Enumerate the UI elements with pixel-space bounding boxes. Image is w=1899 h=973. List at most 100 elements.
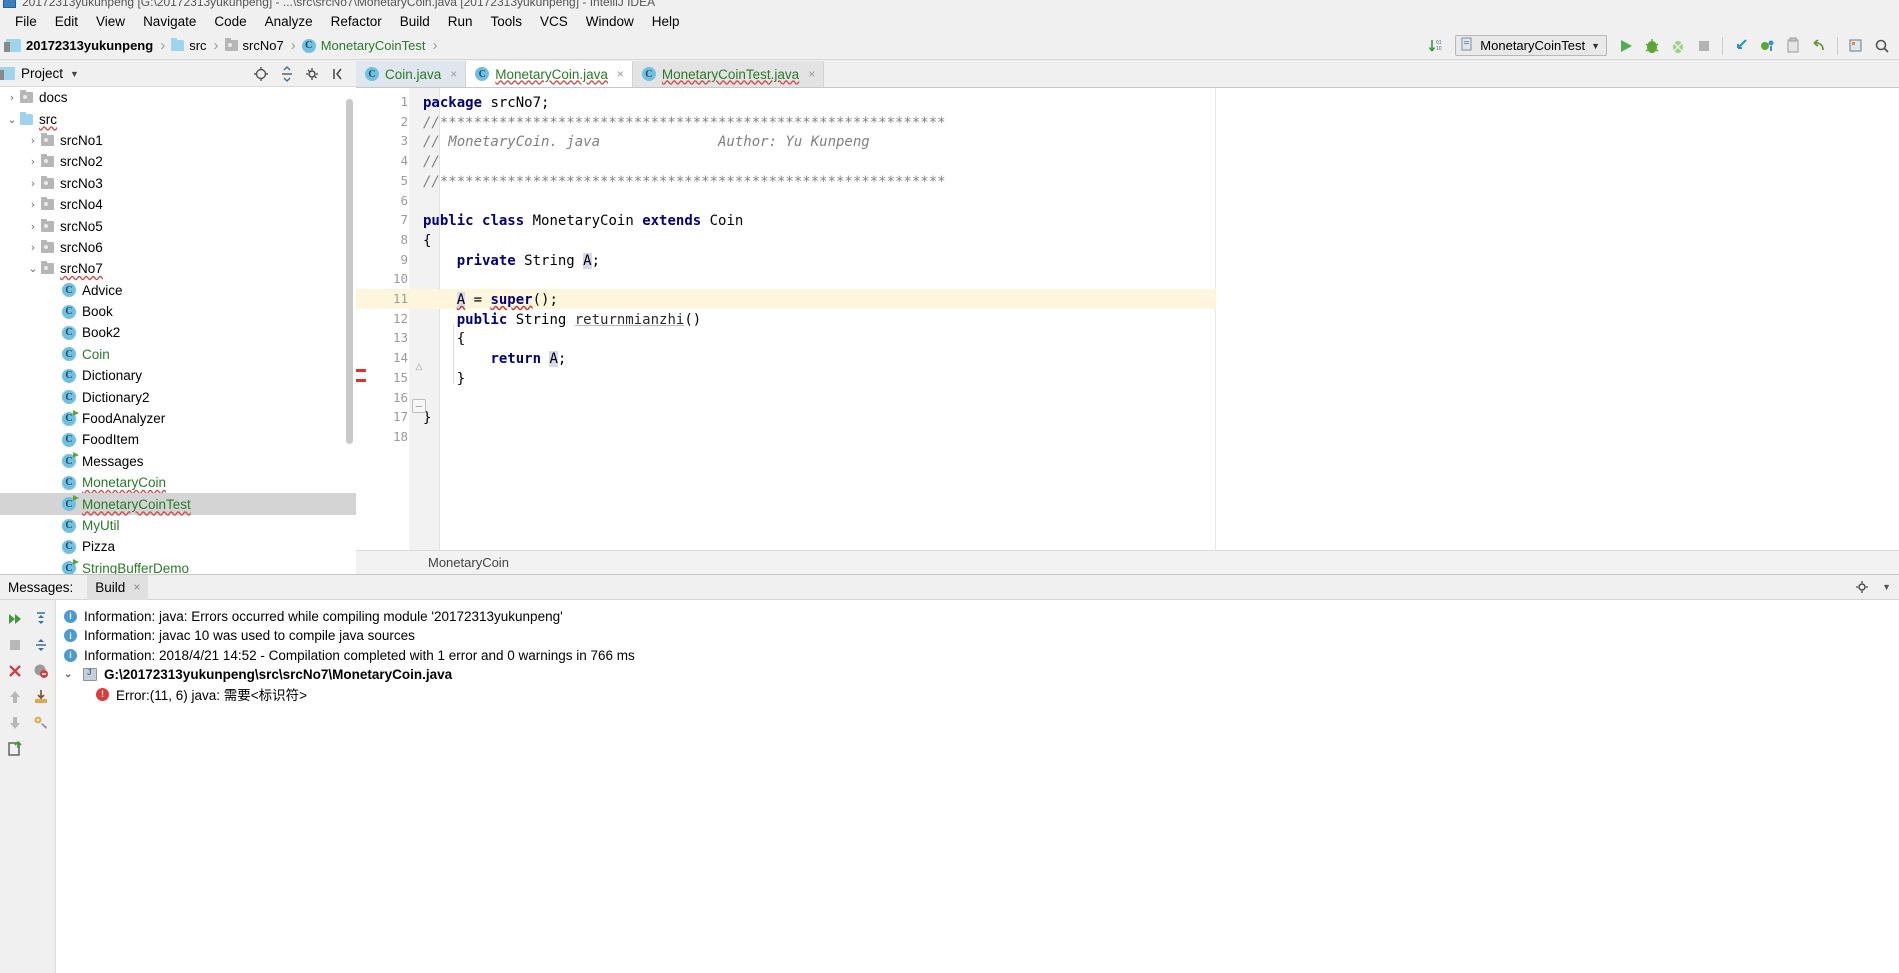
tree-node-monetarycoin[interactable]: C MonetaryCoin <box>0 472 356 493</box>
tree-node-srcno6[interactable]: › srcNo6 <box>0 237 356 258</box>
gear-icon[interactable] <box>302 63 324 85</box>
editor-tab-monetarycointest-java[interactable]: C MonetaryCoinTest.java × <box>632 61 825 87</box>
expand-collapse-icon[interactable] <box>276 63 298 85</box>
collapse-all-icon[interactable] <box>30 634 52 656</box>
menu-item-analyze[interactable]: Analyze <box>256 12 322 31</box>
tree-node-monetarycointest[interactable]: C MonetaryCoinTest <box>0 493 356 515</box>
menu-item-file[interactable]: File <box>6 12 46 31</box>
chevron-right-icon[interactable]: › <box>25 177 41 190</box>
run-coverage-icon[interactable] <box>1667 35 1689 57</box>
editor-tab-coin-java[interactable]: C Coin.java × <box>356 61 467 87</box>
import-icon[interactable] <box>30 686 52 708</box>
breadcrumb-item-srcno7[interactable]: srcNo7 › <box>224 37 302 54</box>
breadcrumb-item-src[interactable]: src › <box>171 37 224 54</box>
message-row[interactable]: i Information: javac 10 was used to compi… <box>64 626 415 646</box>
chevron-down-icon[interactable]: ▼ <box>70 69 79 79</box>
tree-node-srcno7[interactable]: ⌄ srcNo7 <box>0 258 356 279</box>
profiler-icon[interactable] <box>1756 35 1778 57</box>
run-icon[interactable] <box>1615 35 1637 57</box>
close-icon[interactable] <box>4 660 26 682</box>
tree-node-srcno2[interactable]: › srcNo2 <box>0 151 356 172</box>
tree-node-book2[interactable]: C Book2 <box>0 322 356 343</box>
message-row[interactable]: i Information: java: Errors occurred whil… <box>64 606 563 626</box>
project-tree[interactable]: › docs ⌄ src › srcNo1 › srcNo2 › srcNo3 › srcNo4 › sr… <box>0 87 356 574</box>
menu-item-window[interactable]: Window <box>577 12 643 31</box>
menu-item-refactor[interactable]: Refactor <box>322 12 391 31</box>
editor-tab-monetarycoin-java[interactable]: C MonetaryCoin.java × <box>466 61 633 87</box>
fold-marker-collapse-icon[interactable]: ─ <box>412 399 426 413</box>
chevron-right-icon[interactable]: › <box>4 91 20 104</box>
down-icon[interactable] <box>4 712 26 734</box>
settings-icon[interactable] <box>30 712 52 734</box>
tree-node-srcno3[interactable]: › srcNo3 <box>0 173 356 194</box>
chevron-down-icon[interactable]: ⌄ <box>64 669 76 680</box>
chevron-right-icon[interactable]: › <box>25 220 41 233</box>
tree-node-src[interactable]: ⌄ src <box>0 108 356 129</box>
editor-breadcrumb[interactable]: MonetaryCoin <box>356 550 1899 574</box>
code-editor[interactable]: package srcNo7; //***********************… <box>356 88 1899 550</box>
gear-icon[interactable] <box>1852 576 1874 598</box>
tree-node-dictionary2[interactable]: C Dictionary2 <box>0 386 356 407</box>
fold-marker-end-icon[interactable]: △ <box>412 360 426 374</box>
tree-node-dictionary[interactable]: C Dictionary <box>0 365 356 386</box>
chevron-down-icon[interactable]: ▼ <box>1591 41 1600 51</box>
close-icon[interactable]: × <box>617 67 624 81</box>
tree-node-foodanalyzer[interactable]: C FoodAnalyzer <box>0 408 356 429</box>
editor-text[interactable]: package srcNo7; //***********************… <box>414 88 1899 550</box>
tree-node-messages[interactable]: C Messages <box>0 451 356 472</box>
up-icon[interactable] <box>4 686 26 708</box>
export-icon[interactable] <box>4 738 26 760</box>
messages-tab-build[interactable]: Build × <box>87 574 149 600</box>
menu-item-view[interactable]: View <box>87 12 134 31</box>
tree-node-fooditem[interactable]: C FoodItem <box>0 429 356 450</box>
tree-node-advice[interactable]: C Advice <box>0 280 356 301</box>
breadcrumb-item-20172313yukunpeng[interactable]: 20172313yukunpeng › <box>4 37 171 54</box>
run-configuration-selector[interactable]: MonetaryCoinTest ▼ <box>1455 35 1607 56</box>
menu-item-build[interactable]: Build <box>391 12 439 31</box>
message-row[interactable]: i Information: 2018/4/21 14:52 - Compilat… <box>64 645 635 665</box>
chevron-down-icon[interactable]: ⌄ <box>25 262 41 275</box>
menu-item-navigate[interactable]: Navigate <box>134 12 205 31</box>
build-icon[interactable] <box>1845 35 1867 57</box>
chevron-down-icon[interactable]: ▼ <box>1882 582 1891 592</box>
tree-node-srcno5[interactable]: › srcNo5 <box>0 215 356 236</box>
attach-debugger-icon[interactable] <box>1730 35 1752 57</box>
clipboard-icon[interactable] <box>1782 35 1804 57</box>
tree-node-myutil[interactable]: C MyUtil <box>0 515 356 536</box>
menu-item-code[interactable]: Code <box>205 12 255 31</box>
close-icon[interactable]: × <box>133 580 140 594</box>
toolbar-divider <box>1722 36 1723 55</box>
chevron-right-icon[interactable]: › <box>25 198 41 211</box>
menu-item-tools[interactable]: Tools <box>482 12 532 31</box>
expand-all-icon[interactable] <box>30 608 52 630</box>
tree-node-srcno1[interactable]: › srcNo1 <box>0 130 356 151</box>
chevron-down-icon[interactable]: ⌄ <box>4 113 20 126</box>
menu-item-vcs[interactable]: VCS <box>531 12 577 31</box>
search-icon[interactable] <box>1871 35 1893 57</box>
menu-item-edit[interactable]: Edit <box>46 12 87 31</box>
sort-down-icon[interactable]: 01 10 <box>1425 35 1447 57</box>
message-row[interactable]: ⌄ G:\20172313yukunpeng\src\srcNo7\Monetar… <box>64 665 452 685</box>
breadcrumb-item-monetarycointest[interactable]: C MonetaryCoinTest › <box>301 37 444 54</box>
chevron-right-icon[interactable]: › <box>25 241 41 254</box>
debug-icon[interactable] <box>1641 35 1663 57</box>
project-tree-scrollbar[interactable] <box>346 99 353 444</box>
message-row[interactable]: ! Error:(11, 6) java: 需要<标识符> <box>96 684 307 704</box>
run-all-icon[interactable] <box>4 608 26 630</box>
menu-item-help[interactable]: Help <box>643 12 689 31</box>
hide-panel-icon[interactable] <box>328 63 350 85</box>
tree-node-docs[interactable]: › docs <box>0 87 356 108</box>
hide-warnings-icon[interactable] <box>30 660 52 682</box>
tree-node-coin[interactable]: C Coin <box>0 344 356 365</box>
tree-node-pizza[interactable]: C Pizza <box>0 536 356 557</box>
tree-node-srcno4[interactable]: › srcNo4 <box>0 194 356 215</box>
chevron-right-icon[interactable]: › <box>25 155 41 168</box>
close-icon[interactable]: × <box>808 67 815 81</box>
chevron-right-icon[interactable]: › <box>25 134 41 147</box>
collapse-target-icon[interactable] <box>250 63 272 85</box>
undo-icon[interactable] <box>1808 35 1830 57</box>
menu-item-run[interactable]: Run <box>439 12 482 31</box>
close-icon[interactable]: × <box>450 67 457 81</box>
tree-node-stringbufferdemo[interactable]: C StringBufferDemo <box>0 558 356 574</box>
tree-node-book[interactable]: C Book <box>0 301 356 322</box>
